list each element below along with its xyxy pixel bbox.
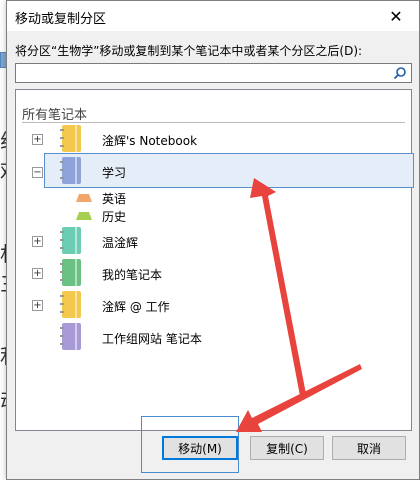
annotation-arrows — [236, 178, 362, 432]
annotation-arrow-selected — [250, 178, 306, 396]
